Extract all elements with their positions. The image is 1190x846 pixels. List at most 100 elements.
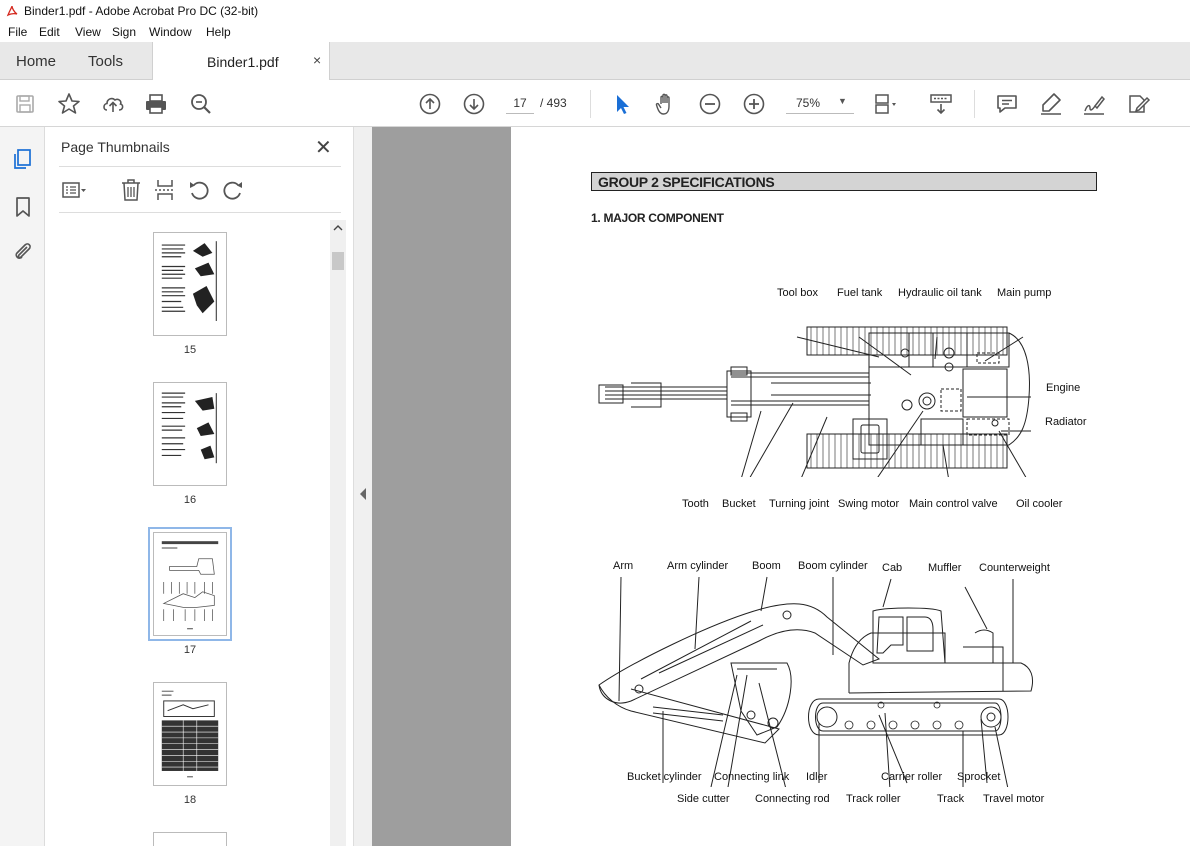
bookmark-icon[interactable] (11, 195, 35, 219)
label-boom: Boom (752, 560, 781, 572)
navigation-rail (0, 127, 45, 846)
thumbnail-preview (161, 241, 217, 321)
thumbnail-page-18[interactable] (153, 682, 227, 786)
acrobat-app-icon (5, 4, 19, 18)
document-page: GROUP 2 SPECIFICATIONS 1. MAJOR COMPONEN… (511, 127, 1190, 846)
thumbnail-label: 17 (183, 644, 197, 656)
label-bucket-cylinder: Bucket cylinder (627, 771, 702, 783)
sign-icon[interactable] (1081, 91, 1107, 117)
collapse-panel-icon[interactable] (354, 484, 373, 504)
label-track-roller: Track roller (846, 793, 901, 805)
fit-page-icon[interactable] (872, 91, 898, 117)
label-connecting-link: Connecting link (714, 771, 790, 783)
group-header: GROUP 2 SPECIFICATIONS (591, 172, 1097, 191)
thumbnail-page-17[interactable] (148, 527, 232, 641)
rotate-left-icon[interactable] (186, 177, 212, 203)
thumbnail-scrollbar[interactable] (330, 220, 346, 846)
page-thumbnails-icon[interactable] (11, 147, 35, 171)
menu-file[interactable]: File (8, 25, 27, 39)
highlight-icon[interactable] (1038, 91, 1064, 117)
section-title: 1. MAJOR COMPONENT (591, 211, 724, 225)
side-view-diagram (598, 576, 1034, 787)
tab-document[interactable]: Binder1.pdf × (152, 42, 330, 80)
menu-window[interactable]: Window (149, 25, 192, 39)
panel-divider (59, 212, 341, 213)
thumbnail-options-icon[interactable] (60, 177, 86, 203)
scroll-up-icon[interactable] (330, 220, 346, 236)
label-tool-box: Tool box (777, 287, 818, 299)
chevron-down-icon: ▼ (838, 96, 847, 106)
save-icon[interactable] (12, 91, 38, 117)
menu-bar: File Edit View Sign Window Help (0, 22, 1190, 42)
thumbnail-page-15[interactable] (153, 232, 227, 336)
thumbnail-page-19[interactable] (153, 832, 227, 846)
thumbnail-preview (161, 690, 219, 778)
menu-edit[interactable]: Edit (39, 25, 60, 39)
thumbnail-preview (161, 392, 217, 464)
close-tab-icon[interactable]: × (313, 52, 321, 68)
page-number-input[interactable] (506, 92, 534, 114)
zoom-value: 75% (796, 96, 821, 110)
page-total: / 493 (540, 96, 567, 110)
label-side-cutter: Side cutter (677, 793, 730, 805)
attachment-icon[interactable] (11, 240, 35, 264)
tab-bar: Home Tools Binder1.pdf × (0, 42, 1190, 80)
top-view-diagram (598, 326, 1031, 477)
fill-sign-icon[interactable] (1125, 91, 1151, 117)
zoom-search-icon[interactable] (188, 91, 214, 117)
menu-sign[interactable]: Sign (112, 25, 136, 39)
label-bucket: Bucket (722, 498, 756, 510)
label-turning-joint: Turning joint (769, 498, 830, 510)
panel-title: Page Thumbnails (61, 139, 170, 155)
label-swing-motor: Swing motor (838, 498, 900, 510)
rotate-right-icon[interactable] (220, 177, 246, 203)
zoom-out-icon[interactable] (697, 91, 723, 117)
hand-icon[interactable] (653, 91, 679, 117)
comment-icon[interactable] (994, 91, 1020, 117)
label-sprocket: Sprocket (957, 771, 1001, 783)
window-title: Binder1.pdf - Adobe Acrobat Pro DC (32-b… (24, 4, 259, 18)
menu-view[interactable]: View (75, 25, 101, 39)
select-cursor-icon[interactable] (609, 91, 635, 117)
scroll-mode-icon[interactable] (928, 91, 954, 117)
zoom-select[interactable]: 75% ▼ (786, 92, 854, 114)
toolbar-separator (590, 90, 591, 118)
label-connecting-rod: Connecting rod (755, 793, 830, 805)
tab-tools[interactable]: Tools (88, 53, 123, 70)
thumbnail-label: 15 (183, 344, 197, 356)
label-main-pump: Main pump (997, 287, 1052, 299)
thumbnail-preview (161, 541, 219, 630)
label-main-control-valve: Main control valve (909, 498, 998, 510)
document-background (372, 127, 511, 846)
upload-icon[interactable] (100, 91, 126, 117)
tab-home[interactable]: Home (16, 53, 56, 70)
panel-divider (59, 166, 341, 167)
thumbnail-page-16[interactable] (153, 382, 227, 486)
label-tooth: Tooth (682, 498, 709, 510)
toolbar-separator (974, 90, 975, 118)
label-fuel-tank: Fuel tank (837, 287, 883, 299)
scrollbar-thumb[interactable] (332, 252, 344, 270)
print-icon[interactable] (143, 91, 169, 117)
thumbnails-panel: Page Thumbnails ✕ 15 16 17 18 (45, 127, 353, 846)
thumbnail-label: 18 (183, 794, 197, 806)
close-panel-icon[interactable]: ✕ (315, 135, 332, 160)
toolbar: / 493 75% ▼ (0, 80, 1190, 127)
page-down-icon[interactable] (461, 91, 487, 117)
title-bar: Binder1.pdf - Adobe Acrobat Pro DC (32-b… (0, 0, 1190, 22)
panel-splitter[interactable] (353, 127, 372, 846)
thumbnail-label: 16 (183, 494, 197, 506)
delete-page-icon[interactable] (118, 177, 144, 203)
star-icon[interactable] (56, 91, 82, 117)
zoom-in-icon[interactable] (741, 91, 767, 117)
menu-help[interactable]: Help (206, 25, 231, 39)
insert-page-icon[interactable] (152, 177, 178, 203)
label-cab: Cab (882, 562, 903, 574)
label-travel-motor: Travel motor (983, 793, 1045, 805)
label-boom-cylinder: Boom cylinder (798, 560, 868, 572)
label-arm-cylinder: Arm cylinder (667, 560, 729, 572)
label-muffler: Muffler (928, 562, 962, 574)
label-arm: Arm (613, 560, 634, 572)
page-up-icon[interactable] (417, 91, 443, 117)
label-carrier-roller: Carrier roller (881, 771, 943, 783)
